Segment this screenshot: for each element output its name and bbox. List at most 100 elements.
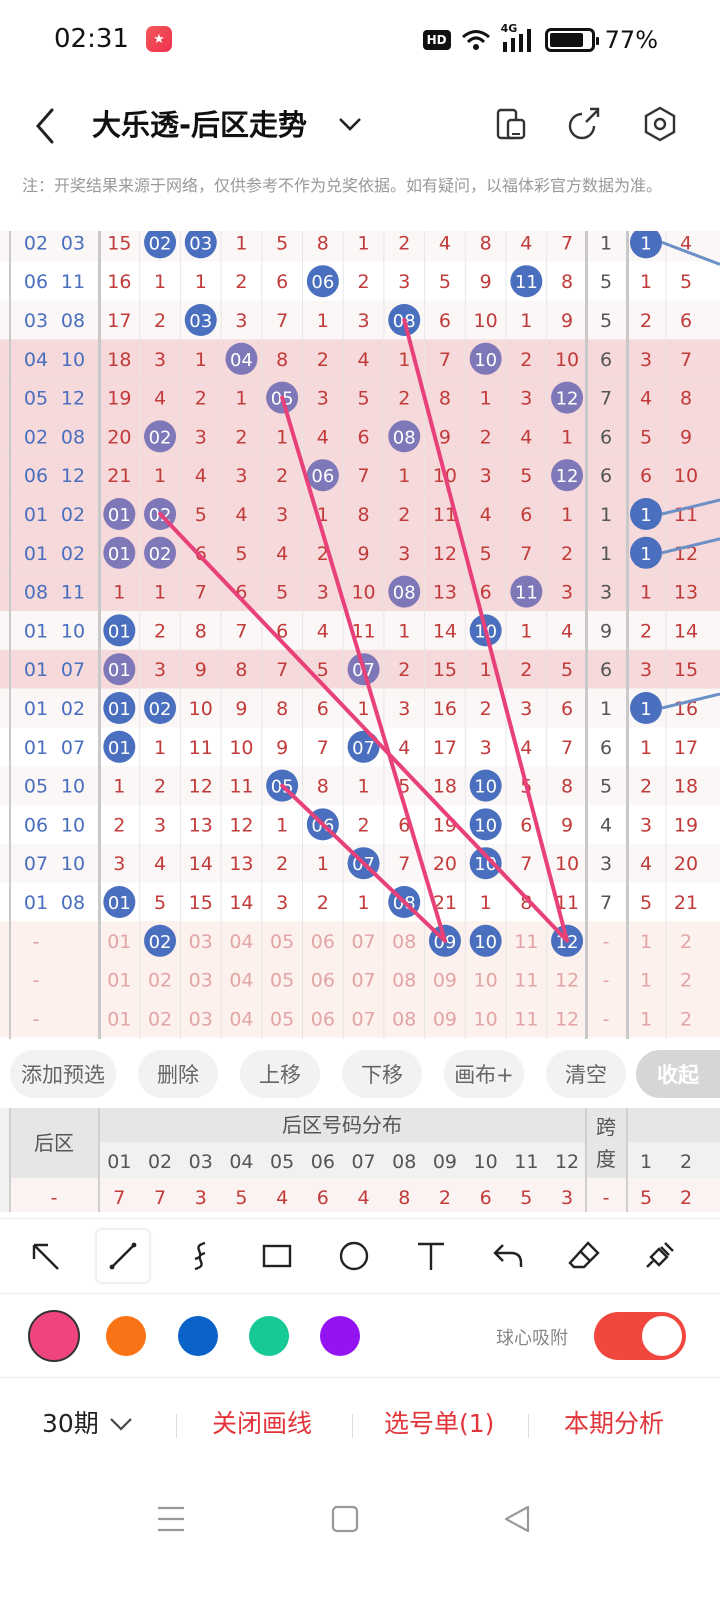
period-select[interactable]: 30期 [42, 1404, 99, 1440]
status-time: 02:31 [54, 24, 129, 54]
home-icon[interactable] [330, 1504, 360, 1534]
omission-value: 2 [154, 310, 166, 332]
trend-chart[interactable]: 02 03 15 02 03 1 5 8 1 2 4 8 4 7 1 1 406 11 16 1 1 2 6 06 2 3 5 9 11… [0, 231, 720, 1039]
omission-value: 07 [351, 931, 375, 953]
undo-icon[interactable] [481, 1229, 535, 1283]
rectangle-tool-icon[interactable] [250, 1229, 304, 1283]
back-arrow-icon[interactable] [26, 104, 66, 148]
period-analysis-button[interactable]: 本期分析 [564, 1404, 664, 1440]
app-header: 大乐透-后区走势 [0, 80, 720, 170]
extra-value: 3 [640, 814, 652, 836]
snap-toggle[interactable] [594, 1312, 686, 1360]
span-value: 6 [600, 349, 612, 371]
delete-button[interactable]: 删除 [138, 1050, 218, 1098]
extra-value: 6 [640, 465, 652, 487]
extra-value: 17 [674, 737, 698, 759]
omission-value: 10 [474, 970, 498, 992]
omission-value: 1 [317, 310, 329, 332]
omission-value: 7 [317, 737, 329, 759]
omission-value: 2 [276, 465, 288, 487]
disclaimer-note: 注：开奖结果来源于网络，仅供参考不作为兑奖依据。如有疑问，以福体彩官方数据为准。 [22, 176, 663, 195]
omission-value: 10 [474, 1008, 498, 1030]
omission-value: 10 [351, 582, 375, 604]
close-draw-button[interactable]: 关闭画线 [212, 1404, 312, 1440]
column-number: 1 [640, 1151, 652, 1173]
extra-value: 14 [674, 620, 698, 642]
omission-value: 08 [392, 931, 416, 953]
trend-grid[interactable]: 02 03 15 02 03 1 5 8 1 2 4 8 4 7 1 1 4 06 11 16 1 1 2 6 06 2 3 5 9 11… [0, 231, 720, 1039]
extra-value: 2 [640, 310, 652, 332]
omission-value: 1 [113, 776, 125, 798]
omission-value: 2 [317, 349, 329, 371]
span-value: 9 [600, 620, 612, 642]
omission-value: 1 [398, 349, 410, 371]
omission-value: 17 [107, 310, 131, 332]
span-value: 3 [600, 853, 612, 875]
span-value: 6 [600, 737, 612, 759]
omission-value: 18 [433, 776, 457, 798]
ball-label: 02 [149, 427, 172, 448]
settings-icon[interactable] [640, 104, 680, 144]
color-swatch-purple[interactable] [320, 1316, 360, 1356]
omission-value: 1 [358, 232, 370, 254]
text-tool-icon[interactable] [404, 1229, 458, 1283]
ball-label: 01 [108, 738, 131, 759]
color-swatch-green[interactable] [249, 1316, 289, 1356]
clear-brush-icon[interactable] [633, 1229, 687, 1283]
ball-label: 02 [149, 544, 172, 565]
count-value: 7 [154, 1187, 166, 1209]
omission-value: 7 [561, 232, 573, 254]
omission-value: 6 [480, 582, 492, 604]
span-value: 1 [600, 698, 612, 720]
span-value: 1 [600, 543, 612, 565]
share-icon[interactable] [566, 104, 602, 144]
omission-value: 10 [555, 349, 579, 371]
span-value: 1 [600, 232, 612, 254]
canvas-add-button[interactable]: 画布+ [444, 1050, 524, 1098]
omission-value: 1 [480, 388, 492, 410]
ball-label: 01 [108, 699, 131, 720]
pair-number: 07 [61, 659, 85, 681]
move-down-button[interactable]: 下移 [342, 1050, 422, 1098]
omission-value: 13 [189, 814, 213, 836]
omission-value: 10 [229, 737, 253, 759]
extra-value: 10 [674, 465, 698, 487]
extra-value: 6 [680, 310, 692, 332]
color-swatch-orange[interactable] [106, 1316, 146, 1356]
curve-tool-icon[interactable] [173, 1229, 227, 1283]
omission-value: 08 [392, 970, 416, 992]
pick-list-button[interactable]: 选号单(1) [384, 1404, 494, 1440]
menu-icon[interactable] [156, 1504, 186, 1534]
circle-tool-icon[interactable] [327, 1229, 381, 1283]
pair-number: 10 [61, 349, 85, 371]
omission-value: 3 [154, 814, 166, 836]
device-switch-icon[interactable] [494, 104, 528, 144]
add-preselect-button[interactable]: 添加预选 [10, 1050, 116, 1098]
omission-value: 6 [520, 504, 532, 526]
column-divider [626, 231, 629, 1039]
clear-button[interactable]: 清空 [546, 1050, 626, 1098]
omission-value: 3 [276, 892, 288, 914]
omission-value: 1 [520, 620, 532, 642]
count-value: 6 [317, 1187, 329, 1209]
color-swatch-pink[interactable] [28, 1310, 80, 1362]
eraser-icon[interactable] [558, 1229, 612, 1283]
omission-value: 1 [358, 698, 370, 720]
count-value: 6 [480, 1187, 492, 1209]
chevron-down-icon[interactable] [336, 110, 364, 138]
omission-value: 1 [235, 232, 247, 254]
move-up-button[interactable]: 上移 [240, 1050, 320, 1098]
color-picker: 球心吸附 [0, 1296, 720, 1378]
page-title[interactable]: 大乐透-后区走势 [92, 102, 307, 144]
back-icon[interactable] [502, 1504, 532, 1534]
collapse-button[interactable]: 收起 [636, 1050, 720, 1098]
line-tool-icon[interactable] [96, 1229, 150, 1283]
arrow-tool-icon[interactable] [18, 1229, 72, 1283]
pair-number: 12 [61, 388, 85, 410]
pair-number: 01 [24, 543, 48, 565]
chevron-down-icon[interactable] [108, 1416, 134, 1434]
omission-value: 9 [358, 543, 370, 565]
extra-value: 7 [680, 349, 692, 371]
omission-value: 2 [398, 232, 410, 254]
color-swatch-blue[interactable] [178, 1316, 218, 1356]
